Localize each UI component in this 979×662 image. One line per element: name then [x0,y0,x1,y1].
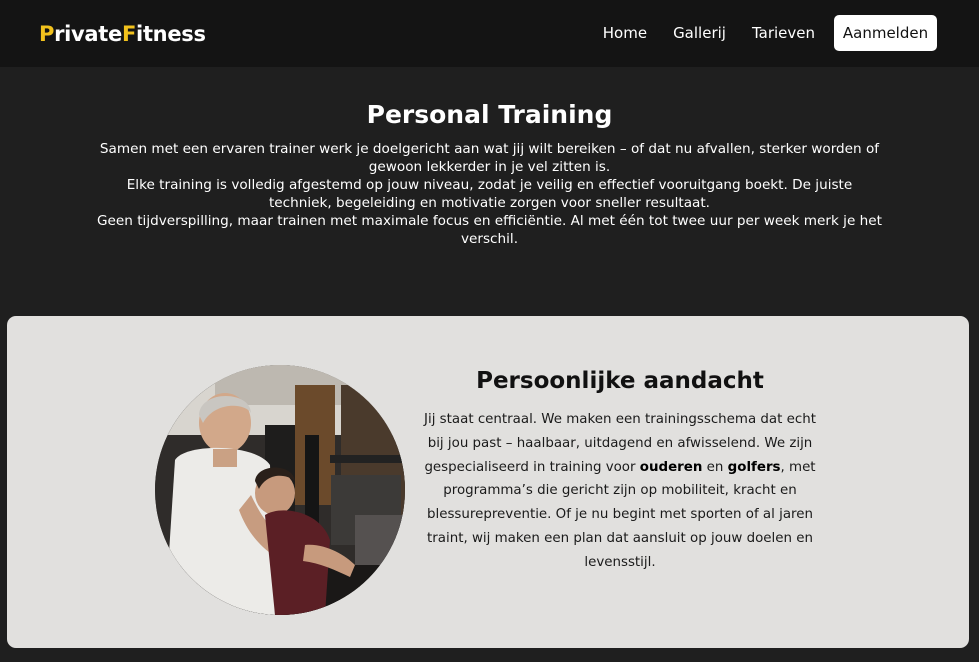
attention-title: Persoonlijke aandacht [476,368,764,394]
attention-text-part-3: , met programma’s die gericht zijn op mo… [427,459,816,570]
attention-text-part-2: en [702,459,728,475]
nav-link-tarieven[interactable]: Tarieven [752,15,815,51]
logo[interactable]: PrivateFitness [39,20,206,48]
intro-paragraph-2: Elke training is volledig afgestemd op j… [126,177,853,211]
logo-letter-p: P [39,22,55,46]
navbar: PrivateFitness Home Gallerij Tarieven Aa… [0,0,979,67]
highlight-ouderen: ouderen [639,459,703,475]
logo-text-rivate: rivate [54,22,122,46]
nav-links: Home Gallerij Tarieven Aanmelden [577,15,937,51]
nav-link-home[interactable]: Home [603,15,647,51]
intro-paragraph-3: Geen tijdverspilling, maar trainen met m… [97,213,882,247]
page-title: Personal Training [366,100,613,129]
attention-text: Jij staat centraal. We maken een trainin… [417,408,823,575]
logo-text-itness: itness [136,22,206,46]
highlight-golfers: golfers [727,459,781,475]
attention-card: Persoonlijke aandacht Jij staat centraal… [7,316,969,648]
intro-text: Samen met een ervaren trainer werk je do… [95,140,884,248]
gym-training-illustration [155,365,405,615]
logo-letter-f: F [122,22,137,46]
nav-link-gallerij[interactable]: Gallerij [673,15,726,51]
trainer-photo [155,365,405,615]
intro-paragraph-1: Samen met een ervaren trainer werk je do… [99,141,880,175]
aanmelden-button[interactable]: Aanmelden [834,15,937,51]
